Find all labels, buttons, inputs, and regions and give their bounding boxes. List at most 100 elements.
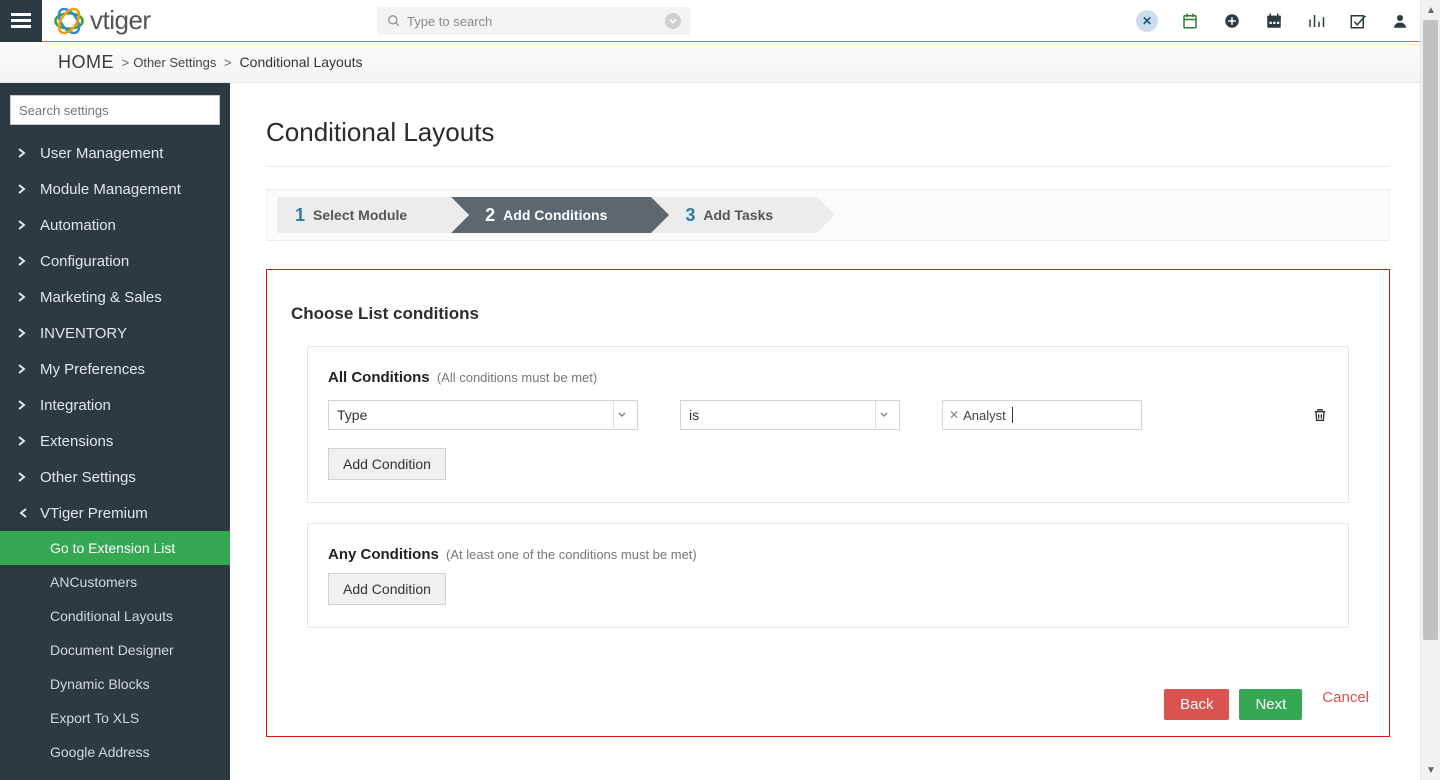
chevron-down-icon (613, 401, 629, 429)
sidebar-item-marketing-sales[interactable]: Marketing & Sales (0, 279, 230, 315)
sidebar-search (10, 95, 220, 125)
step-select-module[interactable]: 1 Select Module (277, 197, 451, 233)
sidebar-item-label: User Management (40, 145, 163, 162)
step-label: Add Conditions (503, 207, 607, 223)
chevron-right-icon (18, 400, 30, 410)
chevron-right-icon (18, 328, 30, 338)
scrollbar-thumb[interactable] (1423, 20, 1438, 640)
step-number: 2 (485, 205, 495, 226)
sidebar-sub-ancustomers[interactable]: ANCustomers (0, 565, 230, 599)
calendar-icon[interactable] (1264, 11, 1284, 31)
value-tag: ✕ Analyst (949, 408, 1006, 423)
topbar: vtiger ✕ (0, 0, 1420, 42)
breadcrumb-home[interactable]: HOME (58, 52, 114, 73)
field-select[interactable]: Type (328, 400, 638, 430)
cond-title-hint: (At least one of the conditions must be … (446, 547, 697, 562)
chevron-right-icon (18, 292, 30, 302)
cond-title-text: Any Conditions (328, 546, 439, 563)
sidebar-item-my-preferences[interactable]: My Preferences (0, 351, 230, 387)
sidebar-item-automation[interactable]: Automation (0, 207, 230, 243)
chevron-right-icon (18, 436, 30, 446)
sidebar-item-label: INVENTORY (40, 325, 127, 342)
panel-heading: Choose List conditions (291, 304, 1369, 324)
step-number: 3 (685, 205, 695, 226)
sidebar-sub-conditional-layouts[interactable]: Conditional Layouts (0, 599, 230, 633)
chevron-down-icon (875, 401, 891, 429)
user-icon[interactable] (1390, 11, 1410, 31)
scroll-down-icon[interactable]: ▼ (1421, 760, 1440, 780)
search-icon (387, 14, 401, 28)
scroll-up-icon[interactable]: ▲ (1421, 0, 1440, 20)
back-button[interactable]: Back (1164, 689, 1229, 720)
sidebar-item-vtiger-premium[interactable]: VTiger Premium (0, 495, 230, 531)
panel-footer: Back Next Cancel (1164, 689, 1369, 720)
sidebar-item-label: Marketing & Sales (40, 289, 162, 306)
plus-circle-icon[interactable] (1222, 11, 1242, 31)
cond-title-hint: (All conditions must be met) (437, 370, 597, 385)
sidebar-item-other-settings[interactable]: Other Settings (0, 459, 230, 495)
sidebar-item-label: VTiger Premium (40, 505, 148, 522)
step-label: Add Tasks (703, 207, 773, 223)
sidebar-sub-label: Document Designer (50, 642, 174, 658)
sidebar-item-extensions[interactable]: Extensions (0, 423, 230, 459)
operator-select[interactable]: is (680, 400, 900, 430)
sidebar-search-input[interactable] (10, 95, 220, 125)
sidebar-item-module-management[interactable]: Module Management (0, 171, 230, 207)
sidebar-item-label: Module Management (40, 181, 181, 198)
sidebar-item-label: Extensions (40, 433, 113, 450)
sidebar-sub-export-xls[interactable]: Export To XLS (0, 701, 230, 735)
cancel-link[interactable]: Cancel (1322, 689, 1369, 706)
sidebar-sub-google-address[interactable]: Google Address (0, 735, 230, 769)
app-badge-icon[interactable]: ✕ (1136, 10, 1158, 32)
sidebar-sub-dynamic-blocks[interactable]: Dynamic Blocks (0, 667, 230, 701)
hamburger-menu[interactable] (0, 0, 42, 42)
add-condition-any-button[interactable]: Add Condition (328, 573, 446, 605)
sidebar-item-label: Configuration (40, 253, 129, 270)
sidebar-item-inventory[interactable]: INVENTORY (0, 315, 230, 351)
any-conditions-title: Any Conditions (At least one of the cond… (328, 546, 1328, 563)
sidebar-item-configuration[interactable]: Configuration (0, 243, 230, 279)
global-search[interactable] (377, 7, 691, 35)
sidebar-item-label: My Preferences (40, 361, 145, 378)
condition-row: Type is ✕ Analyst (328, 400, 1328, 430)
page-scrollbar[interactable]: ▲ ▼ (1420, 0, 1440, 780)
chevron-right-icon (18, 364, 30, 374)
chevron-right-icon (18, 256, 30, 266)
value-tag-input[interactable]: ✕ Analyst (942, 400, 1142, 430)
value-tag-label: Analyst (963, 408, 1006, 423)
sidebar-sub-label: Google Address (50, 744, 150, 760)
conditions-panel: Choose List conditions All Conditions (A… (266, 269, 1390, 737)
sidebar-sub-label: Export To XLS (50, 710, 139, 726)
sidebar-sub-extension-list[interactable]: Go to Extension List (0, 531, 230, 565)
sidebar-item-user-management[interactable]: User Management (0, 135, 230, 171)
content: Conditional Layouts 1 Select Module 2 Ad… (230, 83, 1420, 780)
global-search-input[interactable] (407, 14, 665, 29)
page-title: Conditional Layouts (266, 117, 1390, 148)
all-conditions-block: All Conditions (All conditions must be m… (307, 346, 1349, 503)
logo[interactable]: vtiger (52, 0, 151, 42)
next-button[interactable]: Next (1239, 689, 1302, 720)
checkbox-icon[interactable] (1348, 11, 1368, 31)
breadcrumb: HOME > Other Settings > Conditional Layo… (0, 42, 1420, 83)
step-label: Select Module (313, 207, 407, 223)
breadcrumb-sep: > (220, 55, 231, 70)
bar-chart-icon[interactable] (1306, 11, 1326, 31)
notes-icon[interactable] (1180, 11, 1200, 31)
add-condition-all-button[interactable]: Add Condition (328, 448, 446, 480)
delete-row-button[interactable] (1312, 406, 1328, 424)
search-dropdown-icon[interactable] (665, 13, 681, 29)
any-conditions-block: Any Conditions (At least one of the cond… (307, 523, 1349, 628)
remove-tag-icon[interactable]: ✕ (949, 408, 959, 422)
step-add-conditions[interactable]: 2 Add Conditions (451, 197, 651, 233)
sidebar-sub-document-designer[interactable]: Document Designer (0, 633, 230, 667)
sidebar-item-integration[interactable]: Integration (0, 387, 230, 423)
logo-text: vtiger (90, 5, 151, 36)
topbar-actions: ✕ (1136, 10, 1420, 32)
sidebar-sub-label: Go to Extension List (50, 540, 175, 556)
sidebar-item-label: Other Settings (40, 469, 136, 486)
breadcrumb-other-settings[interactable]: Other Settings (133, 55, 216, 70)
cond-title-text: All Conditions (328, 369, 430, 386)
step-add-tasks[interactable]: 3 Add Tasks (651, 197, 817, 233)
breadcrumb-sep: > (118, 55, 129, 70)
all-conditions-title: All Conditions (All conditions must be m… (328, 369, 1328, 386)
